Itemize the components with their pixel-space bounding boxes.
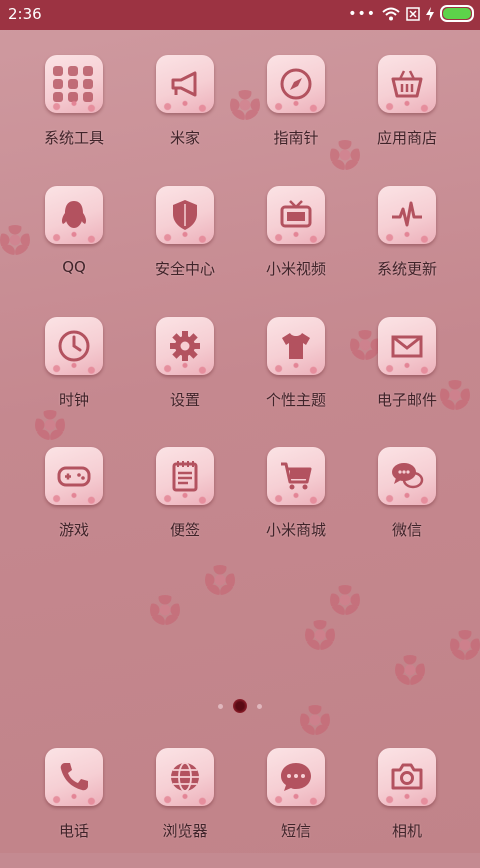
camera-icon <box>378 748 436 806</box>
dock: 电话 浏览器 短信 相机 <box>0 0 480 853</box>
globe-icon <box>156 748 214 806</box>
app-label: 电话 <box>58 822 89 840</box>
app-label: 相机 <box>391 822 422 840</box>
app-label: 短信 <box>280 822 311 840</box>
app-messages[interactable]: 短信 <box>241 748 351 868</box>
app-phone[interactable]: 电话 <box>19 748 129 868</box>
app-browser[interactable]: 浏览器 <box>130 748 240 868</box>
app-label: 浏览器 <box>162 822 208 840</box>
app-camera[interactable]: 相机 <box>352 748 462 868</box>
phone-icon <box>45 748 103 806</box>
message-icon <box>267 748 325 806</box>
